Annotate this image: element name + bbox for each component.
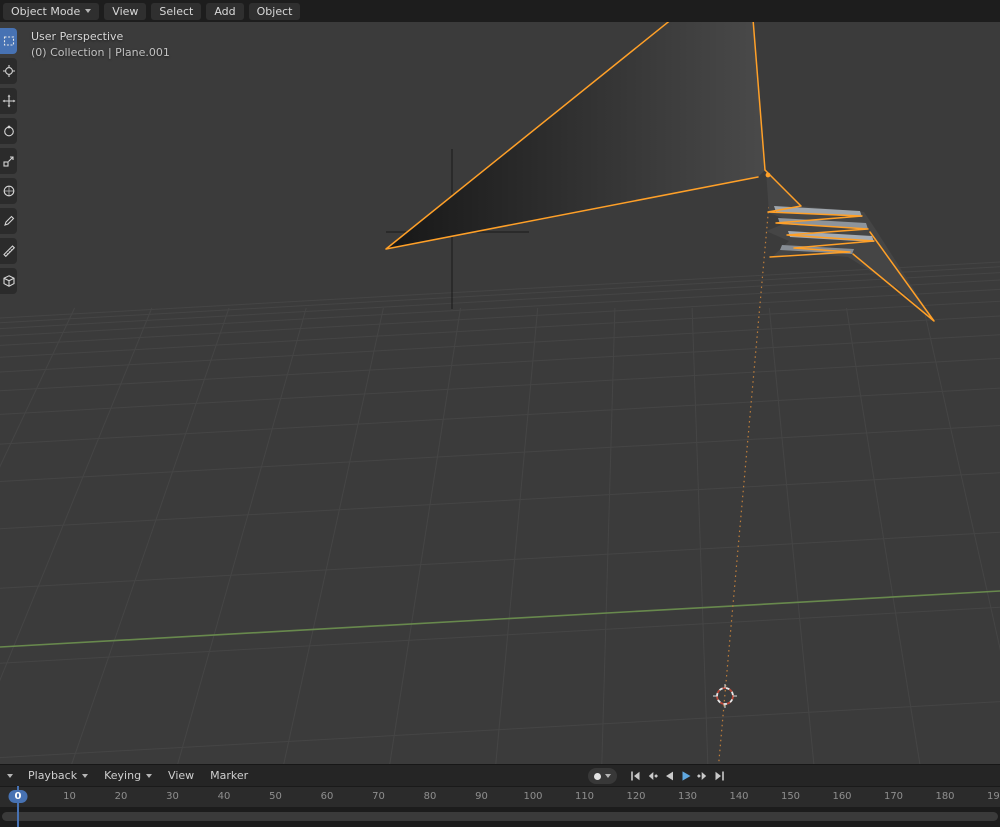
- previous-keyframe-button[interactable]: [644, 768, 660, 784]
- playback-controls: [627, 768, 728, 784]
- menu-select[interactable]: Select: [151, 3, 201, 20]
- ruler-tick-label: 20: [115, 791, 128, 802]
- timeline-header: PlaybackKeyingViewMarker: [0, 764, 1000, 786]
- scale-icon: [2, 154, 16, 168]
- horizontal-scrollbar[interactable]: [2, 812, 998, 821]
- select-box-icon: [2, 34, 16, 48]
- tool-move[interactable]: [0, 88, 17, 114]
- cursor-icon: [2, 64, 16, 78]
- measure-icon: [2, 244, 16, 258]
- jump-to-start-button[interactable]: [627, 768, 643, 784]
- timeline-editor: PlaybackKeyingViewMarker 0 10 20 30 40 50 60 7…: [0, 764, 1000, 827]
- axis-y-green-line: [0, 591, 1000, 647]
- ruler-tick-label: 10: [63, 791, 76, 802]
- collection-breadcrumb: (0) Collection | Plane.001: [31, 45, 170, 61]
- timeline-menu-keying[interactable]: Keying: [96, 766, 160, 786]
- viewport-header: Object Mode View Select Add Object: [0, 0, 1000, 22]
- jump-to-end-button[interactable]: [712, 768, 728, 784]
- ruler-tick-label: 30: [166, 791, 179, 802]
- current-frame-badge[interactable]: 0: [9, 790, 28, 803]
- tool-transform[interactable]: [0, 178, 17, 204]
- toolbar: [0, 28, 17, 294]
- jump-to-start-icon: [628, 769, 642, 783]
- tool-scale[interactable]: [0, 148, 17, 174]
- editor-type-dropdown[interactable]: [2, 766, 18, 786]
- tool-select-box[interactable]: [0, 28, 17, 54]
- record-dot-icon: [594, 773, 601, 780]
- chevron-down-icon: [7, 774, 13, 778]
- rotate-icon: [2, 124, 16, 138]
- timeline-menu-marker[interactable]: Marker: [202, 766, 256, 786]
- selected-mesh-object[interactable]: [386, 0, 934, 321]
- ruler-tick-label: 180: [935, 791, 954, 802]
- view-perspective-label: User Perspective: [31, 29, 170, 45]
- previous-keyframe-icon: [645, 769, 659, 783]
- ruler-tick-label: 160: [832, 791, 851, 802]
- object-origin-dot: [766, 173, 771, 178]
- ruler-tick-label: 130: [678, 791, 697, 802]
- ruler-tick-label: 40: [218, 791, 231, 802]
- timeline-menus: PlaybackKeyingViewMarker: [20, 766, 256, 786]
- chevron-down-icon: [605, 774, 611, 778]
- ruler-tick-label: 140: [729, 791, 748, 802]
- blender-window: { "header": { "mode_dropdown_label": "Ob…: [0, 0, 1000, 827]
- play-button[interactable]: [678, 768, 694, 784]
- timeline-menu-view[interactable]: View: [160, 766, 202, 786]
- ruler-tick-label: 150: [781, 791, 800, 802]
- timeline-ruler[interactable]: 0 10 20 30 40 50 60 70 80 90 100 110 120 130 140 150 16…: [0, 786, 1000, 807]
- tool-measure[interactable]: [0, 238, 17, 264]
- auto-key-toggle[interactable]: [588, 768, 617, 784]
- menu-add[interactable]: Add: [206, 3, 243, 20]
- ruler-tick-label: 110: [575, 791, 594, 802]
- next-keyframe-icon: [696, 769, 710, 783]
- relationship-dashed-line: [713, 182, 771, 827]
- ruler-tick-label: 70: [372, 791, 385, 802]
- annotate-icon: [2, 214, 16, 228]
- tool-cursor[interactable]: [0, 58, 17, 84]
- chevron-down-icon: [82, 774, 88, 778]
- move-icon: [2, 94, 16, 108]
- ruler-tick-label: 90: [475, 791, 488, 802]
- ruler-tick-label: 80: [424, 791, 437, 802]
- play-reverse-button[interactable]: [661, 768, 677, 784]
- mode-dropdown[interactable]: Object Mode: [3, 3, 99, 20]
- viewport-overlay-info: User Perspective (0) Collection | Plane.…: [31, 29, 170, 61]
- ruler-tick-label: 60: [321, 791, 334, 802]
- next-keyframe-button[interactable]: [695, 768, 711, 784]
- ruler-tick-label: 100: [523, 791, 542, 802]
- ruler-tick-label: 190: [987, 791, 1000, 802]
- grid-floor: [0, 262, 1000, 827]
- chevron-down-icon: [85, 9, 91, 13]
- tool-add-cube[interactable]: [0, 268, 17, 294]
- ruler-tick-label: 50: [269, 791, 282, 802]
- tool-annotate[interactable]: [0, 208, 17, 234]
- transform-icon: [2, 184, 16, 198]
- ruler-tick-label: 120: [626, 791, 645, 802]
- menu-view[interactable]: View: [104, 3, 146, 20]
- viewport-3d[interactable]: [0, 0, 1000, 827]
- play-reverse-icon: [662, 769, 676, 783]
- add-cube-icon: [2, 274, 16, 288]
- play-icon: [679, 769, 693, 783]
- menu-object[interactable]: Object: [249, 3, 301, 20]
- mode-dropdown-label: Object Mode: [11, 6, 80, 17]
- jump-to-end-icon: [713, 769, 727, 783]
- chevron-down-icon: [146, 774, 152, 778]
- tool-rotate[interactable]: [0, 118, 17, 144]
- timeline-menu-playback[interactable]: Playback: [20, 766, 96, 786]
- header-menus: View Select Add Object: [104, 3, 300, 20]
- ruler-tick-label: 170: [884, 791, 903, 802]
- timeline-scroll-area: [0, 807, 1000, 827]
